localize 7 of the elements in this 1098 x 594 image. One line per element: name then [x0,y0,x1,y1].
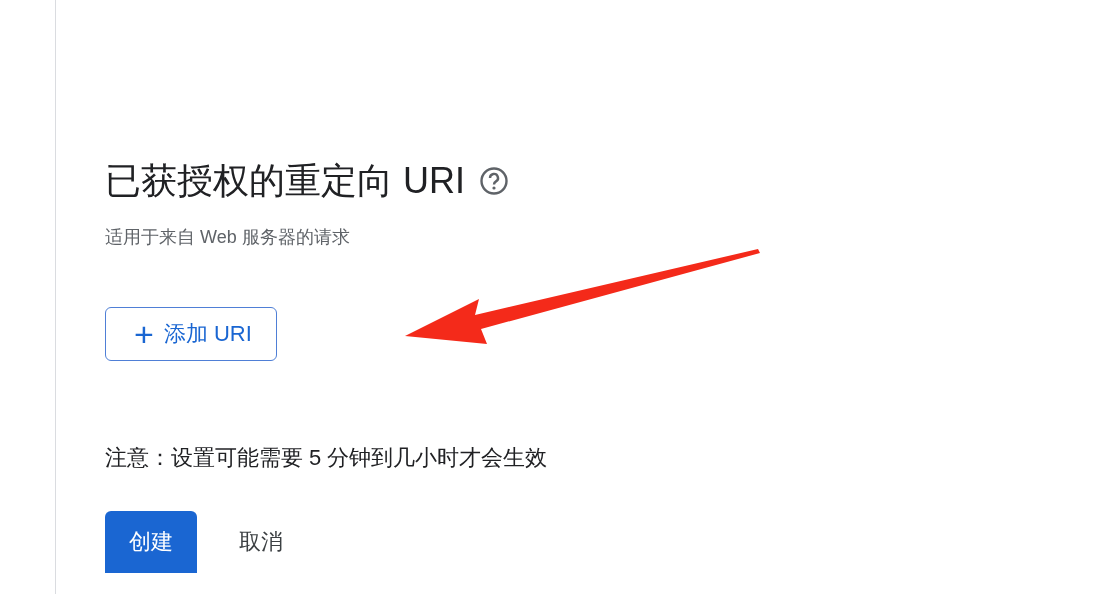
create-button[interactable]: 创建 [105,511,197,573]
note-text: 注意：设置可能需要 5 分钟到几小时才会生效 [105,444,549,472]
section-title: 已获授权的重定向 URI [105,159,465,203]
cancel-button[interactable]: 取消 [215,511,307,573]
section-description: 适用于来自 Web 服务器的请求 [105,226,351,249]
add-uri-button[interactable]: + 添加 URI [105,307,277,361]
help-icon[interactable] [479,166,509,196]
